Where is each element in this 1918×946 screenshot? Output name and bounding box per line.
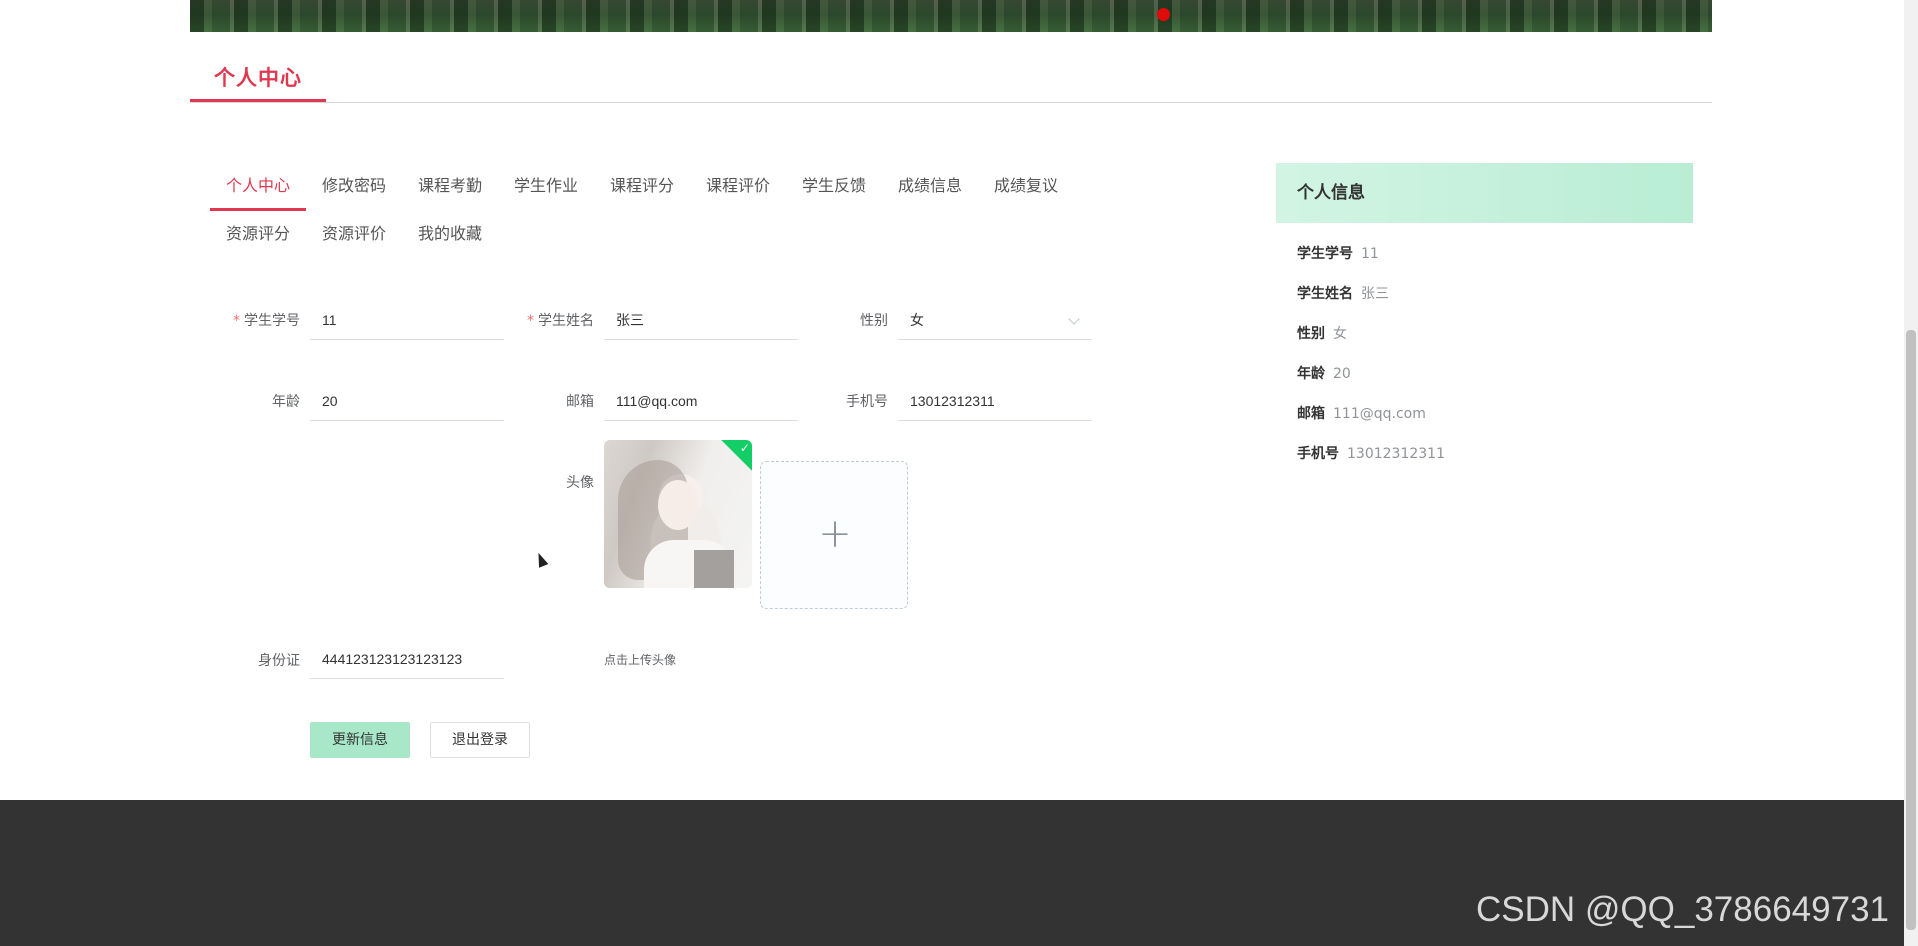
student-no-input[interactable] xyxy=(310,300,504,340)
tab-grade-appeal[interactable]: 成绩复议 xyxy=(994,170,1058,210)
age-input[interactable] xyxy=(310,381,504,421)
tab-resource-rating[interactable]: 资源评分 xyxy=(226,218,290,258)
avatar-upload-tip: 点击上传头像 xyxy=(604,653,677,667)
personal-info-title: 个人信息 xyxy=(1276,163,1693,223)
tab-student-homework[interactable]: 学生作业 xyxy=(514,170,578,210)
tab-course-attendance[interactable]: 课程考勤 xyxy=(418,170,482,210)
tab-student-feedback[interactable]: 学生反馈 xyxy=(802,170,866,210)
student-name-input[interactable] xyxy=(604,300,798,340)
tab-resource-review[interactable]: 资源评价 xyxy=(322,218,386,258)
page: 个人中心 个人中心 修改密码 课程考勤 学生作业 课程评分 课程评价 学生反馈 … xyxy=(0,0,1918,946)
section-divider xyxy=(190,102,1712,103)
tab-grade-info[interactable]: 成绩信息 xyxy=(898,170,962,210)
carousel-banner[interactable] xyxy=(190,0,1712,32)
student-no-label: * 学生学号 xyxy=(233,313,300,329)
info-row-student-name: 学生姓名 张三 xyxy=(1297,286,1389,302)
gender-select[interactable] xyxy=(898,300,1092,340)
info-row-email: 邮箱 111@qq.com xyxy=(1297,406,1426,422)
personal-info-panel: 个人信息 学生学号 11 学生姓名 张三 性别女 年龄 20 邮箱 111@qq.com… xyxy=(1276,163,1693,462)
info-row-phone: 手机号 13012312311 xyxy=(1297,446,1445,462)
plus-icon: + xyxy=(818,511,852,557)
gender-label: 性别 xyxy=(860,313,888,329)
tab-course-rating[interactable]: 课程评分 xyxy=(610,170,674,210)
update-info-button[interactable]: 更新信息 xyxy=(310,722,410,758)
logout-button[interactable]: 退出登录 xyxy=(430,722,530,758)
check-icon: ✓ xyxy=(739,441,750,456)
tab-my-favorites[interactable]: 我的收藏 xyxy=(418,218,482,258)
avatar-preview[interactable]: ✓ xyxy=(604,440,752,588)
info-row-gender: 性别女 xyxy=(1297,326,1347,342)
watermark: CSDN @QQ_3786649731 xyxy=(1476,890,1889,929)
avatar-upload-button[interactable]: + xyxy=(760,461,908,609)
phone-input[interactable] xyxy=(898,381,1092,421)
avatar-label: 头像 xyxy=(566,475,594,491)
info-row-age: 年龄 20 xyxy=(1297,366,1351,382)
banner-image xyxy=(190,0,1712,32)
tab-course-review[interactable]: 课程评价 xyxy=(706,170,770,210)
info-row-student-no: 学生学号 11 xyxy=(1297,246,1379,262)
section-title: 个人中心 xyxy=(214,66,302,90)
mouse-cursor-icon xyxy=(532,548,552,570)
phone-label: 手机号 xyxy=(846,394,888,410)
email-label: 邮箱 xyxy=(566,394,594,410)
id-card-label: 身份证 xyxy=(258,653,300,669)
carousel-indicator-dot[interactable] xyxy=(1157,8,1170,21)
scrollbar-thumb[interactable] xyxy=(1906,330,1916,930)
id-card-input[interactable] xyxy=(310,639,504,679)
age-label: 年龄 xyxy=(272,394,300,410)
student-name-label: * 学生姓名 xyxy=(527,313,594,329)
tab-change-password[interactable]: 修改密码 xyxy=(322,170,386,210)
tab-profile[interactable]: 个人中心 xyxy=(209,170,307,211)
email-input[interactable] xyxy=(604,381,798,421)
